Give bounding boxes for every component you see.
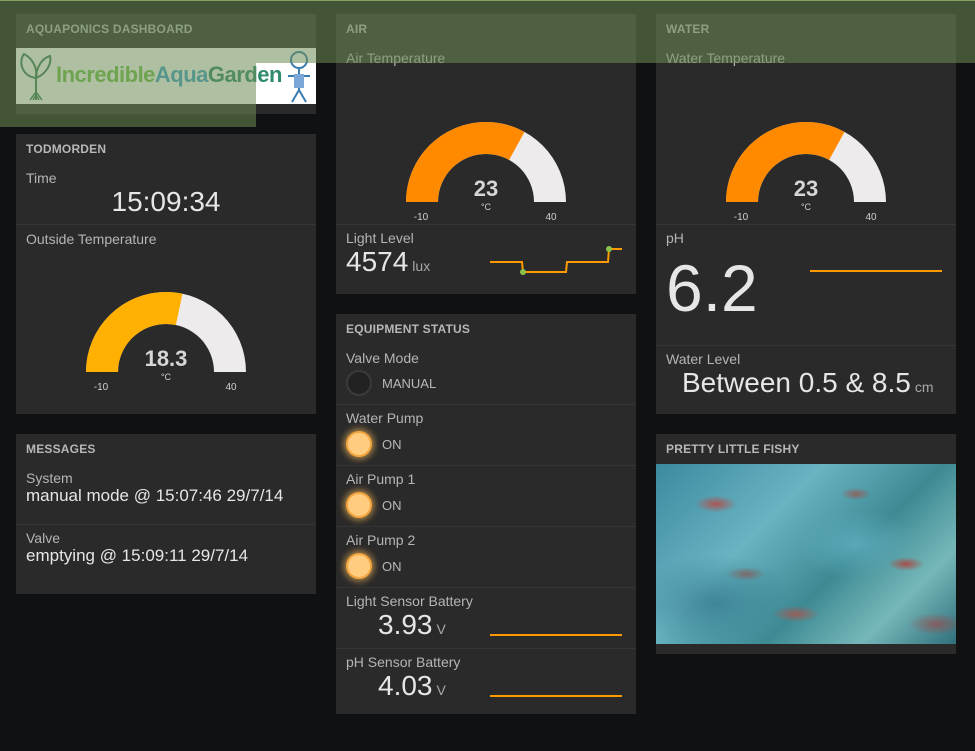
header-pane-title: AQUAPONICS DASHBOARD [26,22,193,36]
light-level-sparkline-min-dot [520,269,526,275]
ph-sparkline [810,270,942,272]
equipment-status-pane-title: EQUIPMENT STATUS [346,322,471,336]
fish-pond-photo [656,464,956,644]
equipment-divider-5 [336,648,636,649]
gauge-min-label: -10 [734,212,749,223]
valve-mode-label: Valve Mode [346,350,419,366]
equipment-divider-4 [336,587,636,588]
air-temperature-label: Air Temperature [346,50,446,66]
ph-label: pH [666,230,684,246]
ph-sensor-battery-unit: V [436,682,446,698]
water-pump-state: ON [382,437,402,452]
message-valve-text: emptying @ 15:09:11 29/7/14 [26,546,249,565]
valve-mode-state: MANUAL [382,376,437,391]
air-pump-2-state: ON [382,559,402,574]
outside-temperature-label: Outside Temperature [26,231,157,247]
water-divider-2 [656,345,956,346]
air-pump-2-label: Air Pump 2 [346,532,416,548]
gauge-fill [406,121,525,202]
equipment-divider-2 [336,465,636,466]
messages-divider [16,524,316,525]
time-value: 15:09:34 [111,186,221,217]
light-sensor-battery-value: 3.93 [378,609,433,640]
ph-sensor-battery-label: pH Sensor Battery [346,654,461,670]
equipment-divider-3 [336,526,636,527]
message-valve-label: Valve [26,530,60,546]
gauge-max-label: 40 [865,212,877,223]
air-pane-title: AIR [346,22,368,36]
ph-value: 6.2 [666,251,758,325]
pretty-little-fishy-pane: PRETTY LITTLE FISHY [656,434,956,654]
valve-mode-indicator [346,370,372,396]
water-pane-title: WATER [666,22,710,36]
water-pump-label: Water Pump [346,410,424,426]
ph-sensor-battery-sparkline [490,695,622,697]
water-level-readout: Between 0.5 & 8.5 cm [682,367,934,399]
gauge-max-label: 40 [545,212,557,223]
child-figure-icon [288,51,310,103]
air-pump-1-state: ON [382,498,402,513]
water-pump-indicator [346,431,372,457]
water-pane: WATER Water Temperature 23 °C -10 40 pH 6.2… [656,14,956,414]
logo-text-garden: Garden [207,62,283,87]
light-sensor-battery-readout: 3.93 V [378,609,446,641]
incredible-aqua-garden-logo: IncredibleAquaGarden [16,48,316,104]
outside-temperature-gauge: 18.3°C -10 40 [86,292,246,393]
air-pump-1-indicator [346,492,372,518]
gauge-unit: °C [801,202,812,212]
water-level-unit: cm [914,379,934,395]
gauge-max-label: 40 [225,382,237,393]
light-level-value: 4574 [346,246,409,277]
light-sensor-battery-sparkline [490,634,622,636]
todmorden-pane-title: TODMORDEN [26,142,107,156]
logo-text: IncredibleAquaGarden [56,62,282,88]
leaf-icon [20,52,52,101]
gauge-unit: °C [161,372,172,382]
message-system-label: System [26,470,73,486]
gauge-value: 18.3 [145,346,188,371]
light-level-readout: 4574 lux [346,246,430,278]
water-temperature-label: Water Temperature [666,50,786,66]
light-level-sparkline-line [490,248,622,273]
time-label: Time [26,170,57,186]
light-level-sparkline [490,246,622,275]
todmorden-pane: TODMORDEN Time 15:09:34 Outside Temperat… [16,134,316,414]
air-divider [336,224,636,225]
air-pane: AIR Air Temperature 23 °C -10 40 Light Leve… [336,14,636,294]
water-temperature-gauge: 23°C -10 40 [726,121,886,223]
ph-sensor-battery-readout: 4.03 V [378,670,446,702]
messages-pane-title: MESSAGES [26,442,96,456]
gauge-fill [726,121,845,202]
logo-text-aqua: Aqua [154,62,209,87]
messages-pane: MESSAGES System manual mode @ 15:07:46 2… [16,434,316,594]
pretty-little-fishy-pane-title: PRETTY LITTLE FISHY [666,442,800,456]
water-level-value: Between 0.5 & 8.5 [682,367,911,398]
water-level-label: Water Level [666,351,741,367]
gauge-min-label: -10 [414,212,429,223]
logo-text-incredible: Incredible [56,62,155,87]
light-level-sparkline-max-dot [606,246,612,252]
equipment-divider-1 [336,404,636,405]
light-level-unit: lux [412,258,431,274]
gauge-unit: °C [481,202,492,212]
header-pane: AQUAPONICS DASHBOARD IncredibleAquaGarde… [16,14,316,114]
todmorden-divider [16,224,316,225]
gauge-min-label: -10 [94,382,109,393]
equipment-status-pane: EQUIPMENT STATUS Valve Mode MANUAL Water… [336,314,636,714]
air-temperature-gauge: 23°C -10 40 [406,121,566,223]
water-divider-1 [656,224,956,225]
gauge-value: 23 [474,176,498,201]
message-system-text: manual mode @ 15:07:46 29/7/14 [26,486,284,505]
light-sensor-battery-unit: V [436,621,446,637]
light-level-label: Light Level [346,230,414,246]
gauge-value: 23 [794,176,818,201]
light-sensor-battery-label: Light Sensor Battery [346,593,473,609]
air-pump-2-indicator [346,553,372,579]
ph-sensor-battery-value: 4.03 [378,670,433,701]
air-pump-1-label: Air Pump 1 [346,471,416,487]
